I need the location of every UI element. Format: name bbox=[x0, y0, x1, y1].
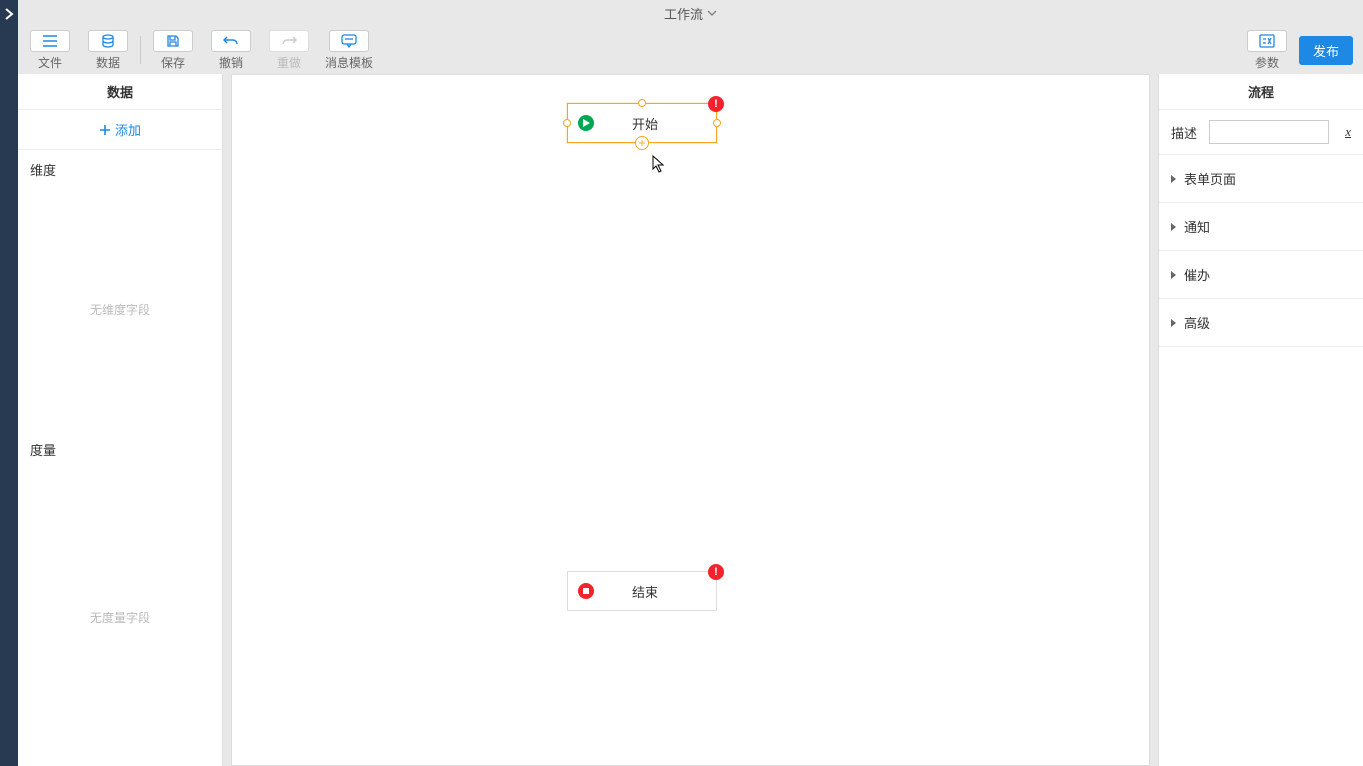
params-icon bbox=[1259, 34, 1275, 48]
save-button[interactable]: 保存 bbox=[151, 30, 195, 71]
section-advanced[interactable]: 高级 bbox=[1159, 298, 1363, 347]
chevron-down-icon bbox=[707, 8, 717, 18]
start-node-label: 开始 bbox=[604, 114, 706, 133]
chevron-right-icon bbox=[1171, 319, 1176, 327]
section-form-page[interactable]: 表单页面 bbox=[1159, 154, 1363, 202]
expand-sidebar-button[interactable] bbox=[3, 8, 15, 23]
add-node-below-button[interactable]: + bbox=[635, 136, 649, 150]
cursor-icon bbox=[652, 155, 666, 176]
data-button[interactable]: 数据 bbox=[86, 30, 130, 71]
menu-icon bbox=[42, 34, 58, 48]
measure-label: 度量 bbox=[18, 430, 222, 469]
title-dropdown[interactable]: 工作流 bbox=[664, 4, 717, 23]
start-node[interactable]: + ! 开始 bbox=[567, 103, 717, 143]
workflow-canvas[interactable]: + ! 开始 ! 结束 bbox=[231, 74, 1150, 766]
stop-icon bbox=[578, 583, 594, 599]
dimension-empty: 无维度字段 bbox=[18, 189, 222, 430]
description-row: 描述 x bbox=[1159, 110, 1363, 154]
title-bar: 工作流 bbox=[18, 0, 1363, 26]
database-icon bbox=[101, 34, 115, 48]
redo-button: 重做 bbox=[267, 30, 311, 71]
plus-icon bbox=[99, 124, 111, 136]
redo-icon bbox=[281, 35, 297, 47]
section-notification[interactable]: 通知 bbox=[1159, 202, 1363, 250]
properties-panel: 流程 描述 x 表单页面 通知 催办 高级 bbox=[1158, 74, 1363, 766]
left-rail bbox=[0, 0, 18, 766]
toolbar-separator bbox=[140, 36, 141, 64]
end-node[interactable]: ! 结束 bbox=[567, 571, 717, 611]
data-panel: 数据 添加 维度 无维度字段 度量 无度量字段 bbox=[18, 74, 223, 766]
message-template-button[interactable]: 消息模板 bbox=[325, 30, 373, 71]
connector-right[interactable] bbox=[713, 119, 721, 127]
params-button[interactable]: 参数 bbox=[1245, 30, 1289, 71]
main-area: 数据 添加 维度 无维度字段 度量 无度量字段 + ! 开始 ! bbox=[18, 74, 1363, 766]
file-button[interactable]: 文件 bbox=[28, 30, 72, 71]
dimension-label: 维度 bbox=[18, 150, 222, 189]
message-icon bbox=[341, 34, 357, 48]
description-label: 描述 bbox=[1171, 123, 1197, 142]
undo-icon bbox=[223, 35, 239, 47]
formula-button[interactable]: x bbox=[1345, 124, 1351, 140]
connector-left[interactable] bbox=[563, 119, 571, 127]
end-node-label: 结束 bbox=[604, 582, 706, 601]
undo-button[interactable]: 撤销 bbox=[209, 30, 253, 71]
properties-panel-header: 流程 bbox=[1159, 74, 1363, 110]
connector-top[interactable] bbox=[638, 99, 646, 107]
description-input[interactable] bbox=[1209, 120, 1329, 144]
measure-empty: 无度量字段 bbox=[18, 469, 222, 766]
chevron-right-icon bbox=[1171, 175, 1176, 183]
alert-icon[interactable]: ! bbox=[708, 564, 724, 580]
dimension-section: 维度 无维度字段 bbox=[18, 150, 222, 430]
data-panel-header: 数据 bbox=[18, 74, 222, 110]
save-icon bbox=[166, 34, 180, 48]
play-icon bbox=[578, 115, 594, 131]
chevron-right-icon bbox=[1171, 223, 1176, 231]
chevron-right-icon bbox=[1171, 271, 1176, 279]
alert-icon[interactable]: ! bbox=[708, 96, 724, 112]
add-data-button[interactable]: 添加 bbox=[18, 110, 222, 150]
measure-section: 度量 无度量字段 bbox=[18, 430, 222, 766]
section-reminder[interactable]: 催办 bbox=[1159, 250, 1363, 298]
toolbar: 文件 数据 保存 撤销 重做 消息模板 参数 发布 bbox=[18, 26, 1363, 74]
page-title: 工作流 bbox=[664, 4, 703, 23]
publish-button[interactable]: 发布 bbox=[1299, 36, 1353, 65]
